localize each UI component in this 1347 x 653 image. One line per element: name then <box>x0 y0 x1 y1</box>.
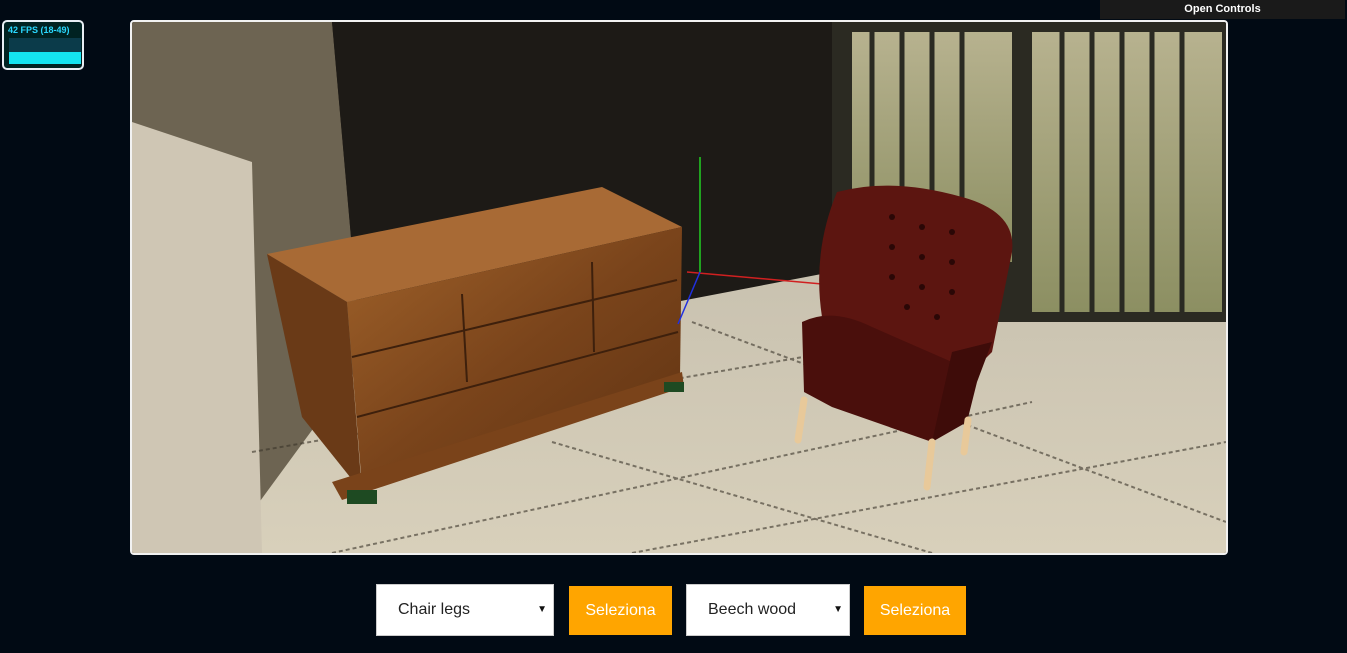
part-select-button[interactable]: Seleziona <box>569 586 672 635</box>
part-select-value: Chair legs <box>398 601 471 618</box>
part-select[interactable]: Chair legs ▼ <box>376 584 554 636</box>
fps-label: 42 FPS (18-49) <box>8 25 70 35</box>
open-controls-button[interactable]: Open Controls <box>1100 0 1345 19</box>
chevron-down-icon: ▼ <box>537 604 547 615</box>
scene-render <box>132 22 1226 553</box>
fps-stats-panel[interactable]: 42 FPS (18-49) <box>2 20 84 70</box>
material-select-button[interactable]: Seleziona <box>864 586 966 635</box>
fps-graph <box>9 38 81 64</box>
material-select-value: Beech wood <box>708 601 797 618</box>
material-select[interactable]: Beech wood ▼ <box>686 584 850 636</box>
chevron-down-icon: ▼ <box>833 604 843 615</box>
fps-graph-bar <box>9 52 81 64</box>
3d-viewport[interactable] <box>130 20 1228 555</box>
